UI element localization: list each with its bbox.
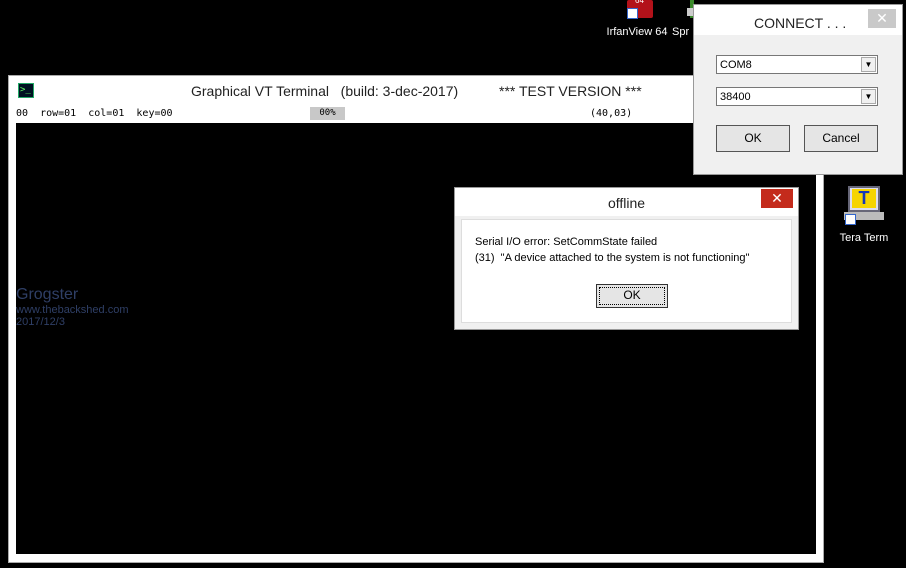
watermark-date: 2017/12/3 <box>16 316 65 328</box>
desktop-icon-label: Tera Term <box>839 232 889 244</box>
tera-term-glyph: T <box>852 189 876 208</box>
irfanview-badge: 64 <box>635 0 644 5</box>
connect-titlebar[interactable]: CONNECT . . . ✕ <box>694 5 902 35</box>
close-icon: ✕ <box>771 190 783 206</box>
chevron-down-icon[interactable]: ▼ <box>861 57 876 72</box>
app-icon <box>672 0 694 22</box>
offline-dialog: offline ✕ Serial I/O error: SetCommState… <box>454 187 799 330</box>
ok-button[interactable]: OK <box>716 125 790 152</box>
status-row-col-key: 00 row=01 col=01 key=00 <box>16 108 173 119</box>
close-icon: ✕ <box>876 10 888 26</box>
irfanview-icon: 64 <box>617 0 657 22</box>
desktop-icon-tera-term[interactable]: T Tera Term <box>832 186 896 244</box>
screen-size-readout: (40,03) <box>590 108 633 119</box>
offline-title: offline <box>607 195 646 211</box>
watermark-url: www.thebackshed.com <box>16 304 129 316</box>
terminal-app-icon[interactable]: >_ <box>18 83 34 98</box>
desktop-icon-label: IrfanView 64 <box>606 26 668 38</box>
test-version-label: *** TEST VERSION *** <box>499 83 642 99</box>
desktop-icon-irfanview[interactable]: 64 IrfanView 64 <box>602 0 672 38</box>
ok-button[interactable]: OK <box>596 284 668 308</box>
desktop-icon-spr[interactable]: Spr <box>672 0 694 38</box>
connect-dialog: CONNECT . . . ✕ COM8 ▼ 38400 ▼ OK Cancel <box>693 4 903 175</box>
watermark-name: Grogster <box>16 286 79 303</box>
offline-message-panel: Serial I/O error: SetCommState failed (3… <box>461 219 792 323</box>
port-select-value: COM8 <box>720 59 752 71</box>
shortcut-arrow-icon <box>845 214 856 225</box>
cancel-button[interactable]: Cancel <box>804 125 878 152</box>
chevron-down-icon[interactable]: ▼ <box>861 89 876 104</box>
error-message-line-1: Serial I/O error: SetCommState failed <box>475 236 658 248</box>
offline-titlebar[interactable]: offline ✕ <box>455 188 798 216</box>
terminal-title: Graphical VT Terminal (build: 3-dec-2017… <box>191 83 459 99</box>
connect-title: CONNECT . . . <box>754 15 847 31</box>
close-button[interactable]: ✕ <box>761 189 793 208</box>
baud-select[interactable]: 38400 ▼ <box>716 87 878 106</box>
desktop-icon-label: Spr <box>672 26 690 38</box>
progress-indicator: 00% <box>310 107 345 120</box>
tera-term-icon: T <box>842 186 886 228</box>
error-message-line-2: (31) "A device attached to the system is… <box>475 252 750 264</box>
baud-select-value: 38400 <box>720 91 751 103</box>
watermark: Grogster www.thebackshed.com 2017/12/3 <box>16 286 129 328</box>
close-button[interactable]: ✕ <box>868 9 896 28</box>
port-select[interactable]: COM8 ▼ <box>716 55 878 74</box>
shortcut-arrow-icon <box>627 8 638 19</box>
